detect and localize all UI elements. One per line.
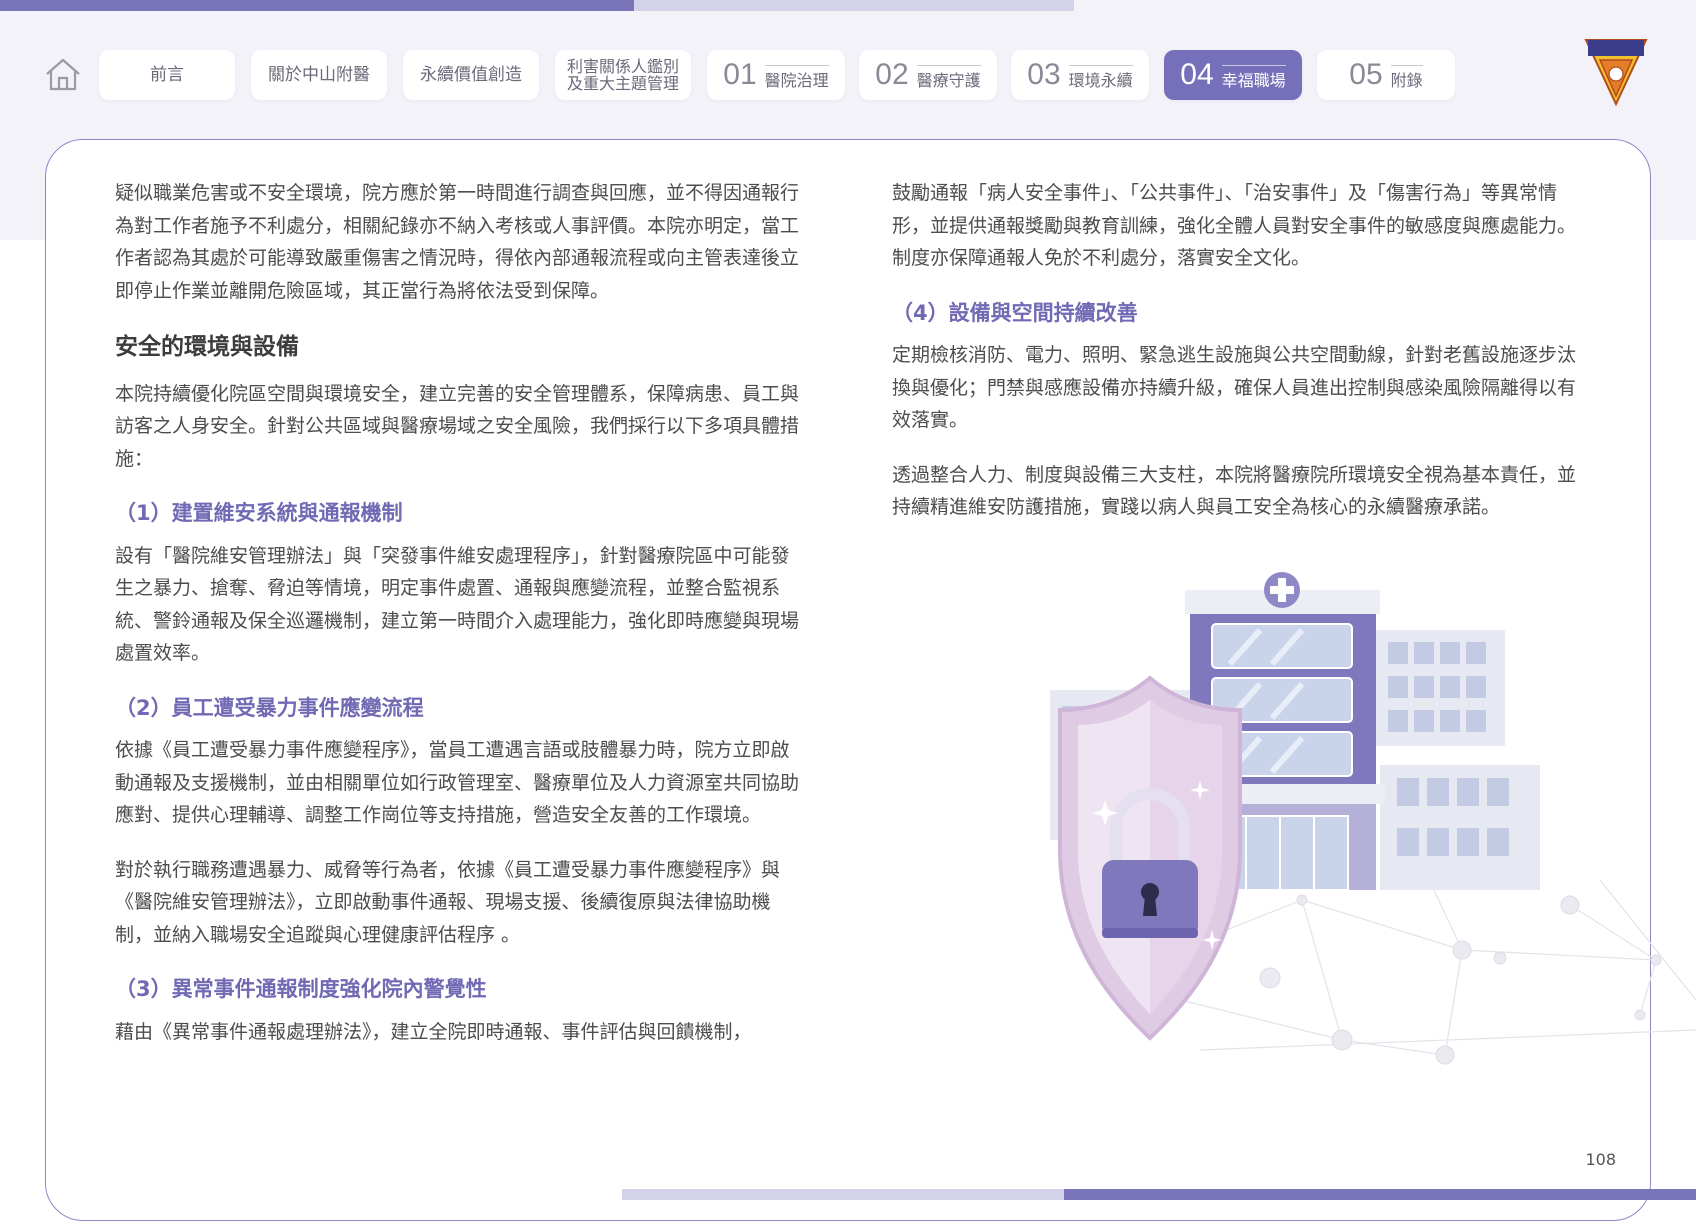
subsection-4-body: 定期檢核消防、電力、照明、緊急逃生設施與公共空間動線，針對老舊設施逐步汰換與優化… <box>892 344 1577 431</box>
subheading-4: （4）設備與空間持續改善 <box>892 300 1138 325</box>
closing-paragraph: 透過整合人力、制度與設備三大支柱，本院將醫療院所環境安全視為基本責任，並持續精進… <box>892 463 1577 519</box>
subsection-2-body: 依據《員工遭受暴力事件應變程序》，當員工遭遇言語或肢體暴力時，院方立即啟動通報及… <box>115 739 800 826</box>
tab-label: 附錄 <box>1390 64 1423 90</box>
tab-sustainable-value[interactable]: 永續價值創造 <box>403 50 539 100</box>
tab-label: 環境永續 <box>1068 64 1133 90</box>
tab-stakeholders[interactable]: 利害關係人鑑別 及重大主題管理 <box>555 50 691 100</box>
subsection-2-body-2: 對於執行職務遭遇暴力、威脅等行為者，依據《員工遭受暴力事件應變程序》與《醫院維安… <box>115 858 781 946</box>
bottom-accent-bar-light <box>622 1189 1064 1200</box>
hospital-security-illustration <box>900 560 1696 1146</box>
intro-paragraph: 疑似職業危害或不安全環境，院方應於第一時間進行調查與回應，並不得因通報行為對工作… <box>115 182 800 302</box>
tab-label: 利害關係人鑑別 及重大主題管理 <box>566 57 679 93</box>
top-accent-bar <box>0 0 634 11</box>
tab-number: 01 <box>723 58 757 91</box>
home-icon[interactable] <box>44 56 82 92</box>
tab-04-active[interactable]: 04 幸福職場 <box>1164 50 1302 100</box>
subheading-2: （2）員工遭受暴力事件應變流程 <box>115 695 424 720</box>
tab-05[interactable]: 05 附錄 <box>1317 50 1455 100</box>
bottom-accent-bar <box>1064 1189 1696 1200</box>
continued-paragraph: 鼓勵通報「病人安全事件」、「公共事件」、「治安事件」及「傷害行為」等異常情形，並… <box>892 182 1577 269</box>
tab-number: 04 <box>1180 58 1214 91</box>
tab-number: 02 <box>875 58 909 91</box>
subsection-1-body: 設有「醫院維安管理辦法」與「突發事件維安處理程序」，針對醫療院區中可能發生之暴力… <box>115 544 800 665</box>
tab-03[interactable]: 03 環境永續 <box>1011 50 1149 100</box>
tab-preface[interactable]: 前言 <box>99 50 235 100</box>
tab-label: 醫院治理 <box>764 64 829 90</box>
tab-label: 永續價值創造 <box>420 65 522 85</box>
tab-02[interactable]: 02 醫療守護 <box>859 50 997 100</box>
tab-about[interactable]: 關於中山附醫 <box>251 50 387 100</box>
section-intro: 本院持續優化院區空間與環境安全，建立完善的安全管理體系，保障病患、員工與訪客之人… <box>115 382 800 470</box>
page-number: 108 <box>1585 1150 1616 1169</box>
subheading-1: （1）建置維安系統與通報機制 <box>115 501 403 525</box>
left-column: 疑似職業危害或不安全環境，院方應於第一時間進行調查與回應，並不得因通報行為對工作… <box>115 177 807 1048</box>
hospital-logo <box>1582 36 1650 108</box>
tab-label: 幸福職場 <box>1221 64 1286 90</box>
subsection-3-body: 藉由《異常事件通報處理辦法》，建立全院即時通報、事件評估與回饋機制， <box>115 1020 752 1043</box>
tab-number: 05 <box>1349 58 1383 91</box>
tab-label: 前言 <box>150 65 184 85</box>
subheading-3: （3）異常事件通報制度強化院內警覺性 <box>115 977 487 1001</box>
tab-number: 03 <box>1027 58 1061 91</box>
tab-label: 醫療守護 <box>916 64 981 90</box>
tab-label: 關於中山附醫 <box>268 65 370 85</box>
section-title: 安全的環境與設備 <box>115 334 299 360</box>
tab-01[interactable]: 01 醫院治理 <box>707 50 845 100</box>
top-accent-bar-light <box>634 0 1074 11</box>
right-column: 鼓勵通報「病人安全事件」、「公共事件」、「治安事件」及「傷害行為」等異常情形，並… <box>892 177 1584 524</box>
